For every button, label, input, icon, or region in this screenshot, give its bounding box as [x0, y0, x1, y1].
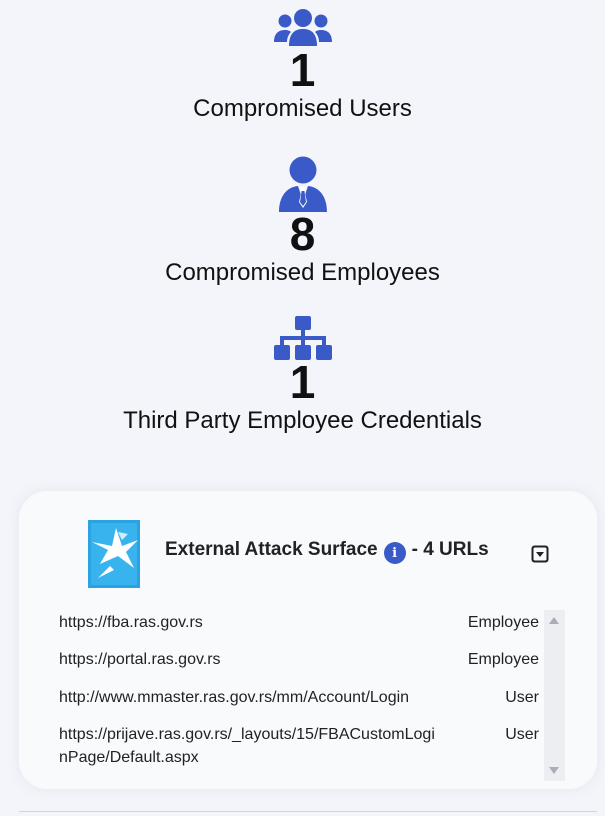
stat-label: Compromised Employees [165, 259, 440, 286]
url-text: https://fba.ras.gov.rs [59, 614, 203, 631]
list-scrollbar[interactable] [544, 610, 565, 781]
info-icon[interactable]: i [383, 542, 406, 564]
stat-value: 8 [289, 208, 316, 260]
stat-value: 1 [289, 356, 316, 408]
card-title-text: External Attack Surface [165, 539, 378, 560]
role-text: User [505, 726, 539, 743]
stat-compromised-users: 1 Compromised Users [0, 8, 605, 124]
external-attack-surface-card: External Attack Surface i - 4 URLs https… [19, 491, 597, 789]
stat-label: Compromised Users [193, 95, 412, 122]
stat-value: 1 [289, 44, 316, 96]
sitemap-icon [273, 316, 332, 360]
url-text: https://prijave.ras.gov.rs/_layouts/15/F… [59, 726, 435, 766]
collapse-toggle-button[interactable] [531, 545, 549, 563]
url-text: http://www.mmaster.ras.gov.rs/mm/Account… [59, 689, 410, 706]
card-title: External Attack Surface i - 4 URLs [165, 539, 489, 564]
organization-logo [88, 520, 140, 588]
users-icon [273, 9, 332, 46]
role-text: Employee [467, 651, 539, 668]
scroll-down-arrow-icon[interactable] [549, 767, 559, 774]
url-count: - 4 URLs [411, 539, 489, 560]
employee-icon [278, 156, 327, 212]
stat-compromised-employees: 8 Compromised Employees [0, 156, 605, 288]
role-text: User [505, 689, 539, 706]
role-text: Employee [467, 614, 539, 631]
section-divider [19, 811, 597, 812]
stat-third-party-credentials: 1 Third Party Employee Credentials [0, 316, 605, 436]
scroll-up-arrow-icon[interactable] [549, 617, 559, 624]
url-text: https://portal.ras.gov.rs [59, 651, 221, 668]
stat-label: Third Party Employee Credentials [123, 407, 482, 434]
